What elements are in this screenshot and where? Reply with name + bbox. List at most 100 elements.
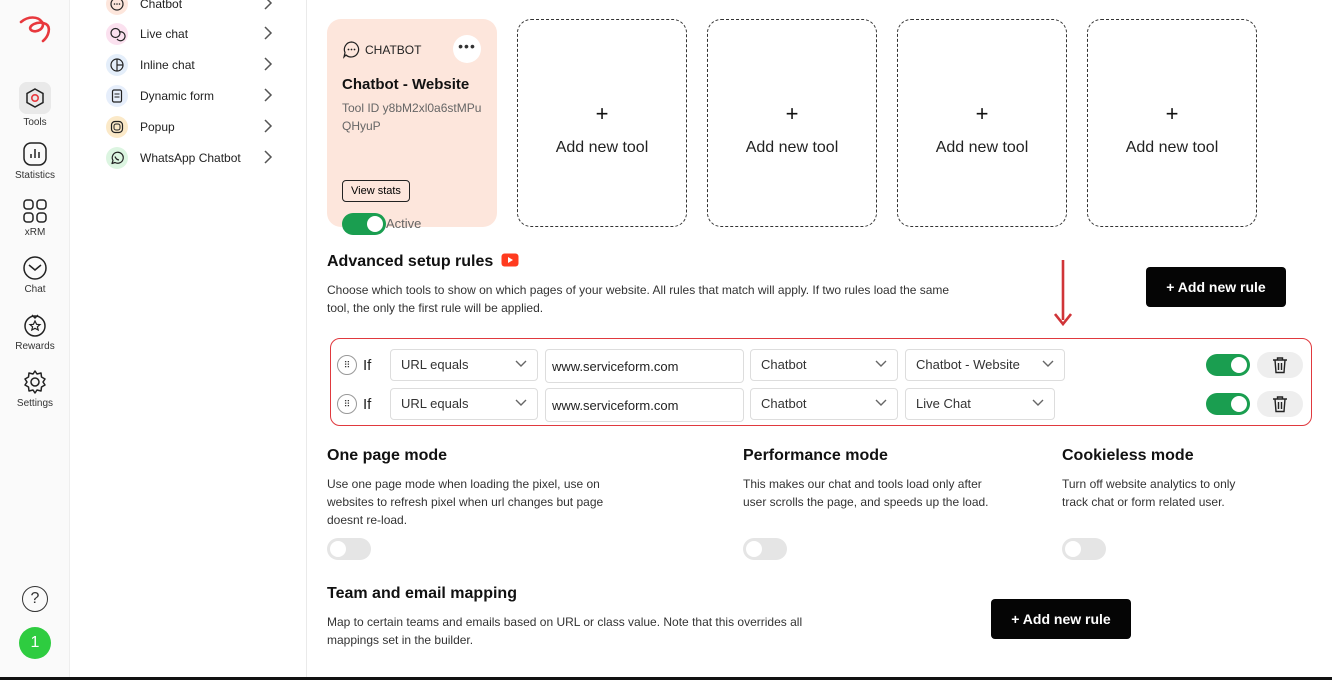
delete-rule-button[interactable] <box>1257 352 1303 378</box>
rule-tool-type-select[interactable]: Chatbot <box>750 349 898 381</box>
add-tool-slot[interactable]: + Add new tool <box>707 19 877 227</box>
statistics-icon <box>22 141 48 167</box>
chevron-down-icon <box>1032 399 1044 406</box>
performance-mode-toggle[interactable] <box>743 538 787 560</box>
chevron-right-icon <box>264 57 273 71</box>
add-tool-label: Add new tool <box>745 139 839 156</box>
rule-url-input[interactable] <box>545 388 744 422</box>
rail-item-statistics[interactable]: Statistics <box>0 141 70 181</box>
gear-icon <box>22 369 48 395</box>
advanced-rules-title: Advanced setup rules <box>327 253 519 271</box>
rule-tool-value: Live Chat <box>916 396 971 411</box>
one-page-mode-toggle[interactable] <box>327 538 371 560</box>
rewards-icon <box>22 312 48 338</box>
chevron-down-icon <box>1042 360 1054 367</box>
tool-status: Active <box>386 216 422 231</box>
rule-url-input[interactable] <box>545 349 744 383</box>
rule-condition-select[interactable]: URL equals <box>390 349 538 381</box>
trash-icon <box>1273 357 1287 374</box>
drag-handle-icon[interactable]: ⠿ <box>337 394 357 414</box>
form-icon <box>106 85 128 107</box>
rail-item-xrm[interactable]: xRM <box>0 198 70 238</box>
rule-tool-type-value: Chatbot <box>761 357 807 372</box>
rule-tool-select[interactable]: Chatbot - Website <box>905 349 1065 381</box>
whatsapp-icon <box>106 147 128 169</box>
main-content: CHATBOT ••• Chatbot - Website Tool ID y8… <box>307 0 1332 678</box>
menu-item-label: Live chat <box>140 27 189 41</box>
menu-item-label: Inline chat <box>140 58 195 72</box>
menu-item-label: Dynamic form <box>140 89 215 103</box>
rail-label: Tools <box>23 117 47 128</box>
rule-if-label: If <box>363 357 372 374</box>
tool-id: Tool ID y8bM2xl0a6stMPuQHyuP <box>342 101 482 133</box>
tool-active-toggle[interactable] <box>342 213 386 235</box>
one-page-mode-description: Use one page mode when loading the pixel… <box>327 477 604 527</box>
tools-icon <box>19 82 51 114</box>
chatbot-icon <box>106 0 128 15</box>
chevron-right-icon <box>264 0 273 10</box>
menu-item-label: Chatbot <box>140 0 183 11</box>
rail-item-rewards[interactable]: Rewards <box>0 312 70 352</box>
avatar[interactable]: 1 <box>19 627 51 659</box>
delete-rule-button[interactable] <box>1257 391 1303 417</box>
drag-handle-icon[interactable]: ⠿ <box>337 355 357 375</box>
left-rail: Tools Statistics xRM Chat Rewards Settin… <box>0 0 70 678</box>
chevron-right-icon <box>264 119 273 133</box>
rule-tool-type-value: Chatbot <box>761 396 807 411</box>
rail-label: Statistics <box>14 170 55 181</box>
add-tool-label: Add new tool <box>555 139 649 156</box>
inline-chat-icon <box>106 54 128 76</box>
plus-icon: + <box>1165 101 1179 126</box>
team-mapping-description: Map to certain teams and emails based on… <box>327 615 803 647</box>
view-stats-button[interactable]: View stats <box>342 180 410 202</box>
add-tool-slot[interactable]: + Add new tool <box>517 19 687 227</box>
trash-icon <box>1273 396 1287 413</box>
rule-enabled-toggle[interactable] <box>1206 354 1250 376</box>
tool-menu-panel: Chatbot Live chat Inline chat Dynamic fo… <box>70 0 307 678</box>
performance-mode-title: Performance mode <box>743 447 888 464</box>
chevron-right-icon <box>264 150 273 164</box>
tool-card-chatbot[interactable]: CHATBOT ••• Chatbot - Website Tool ID y8… <box>327 19 497 235</box>
chevron-down-icon <box>515 360 527 367</box>
advanced-rules-title-text: Advanced setup rules <box>327 253 494 270</box>
rail-item-chat[interactable]: Chat <box>0 255 70 295</box>
chat-icon <box>22 255 48 281</box>
rail-item-settings[interactable]: Settings <box>0 369 70 409</box>
performance-mode-description: This makes our chat and tools load only … <box>743 477 989 509</box>
arrow-down-icon <box>1054 260 1072 327</box>
rule-tool-type-select[interactable]: Chatbot <box>750 388 898 420</box>
rules-list: ⠿ If URL equals Chatbot Chatbot - Websit… <box>330 338 1312 426</box>
plus-icon: + <box>595 101 609 126</box>
plus-icon: + <box>785 101 799 126</box>
advanced-rules-description: Choose which tools to show on which page… <box>327 283 950 315</box>
add-tool-slot[interactable]: + Add new tool <box>1087 19 1257 227</box>
rail-label: Settings <box>16 398 54 409</box>
add-rule-button[interactable]: + Add new rule <box>1146 267 1286 307</box>
cookieless-mode-toggle[interactable] <box>1062 538 1106 560</box>
rule-tool-value: Chatbot - Website <box>916 357 1020 372</box>
rail-label: xRM <box>24 227 46 238</box>
more-options-icon[interactable]: ••• <box>453 35 481 63</box>
popup-icon <box>106 116 128 138</box>
tool-type: CHATBOT <box>342 40 421 59</box>
rule-enabled-toggle[interactable] <box>1206 393 1250 415</box>
rule-tool-select[interactable]: Live Chat <box>905 388 1055 420</box>
add-team-rule-button[interactable]: + Add new rule <box>991 599 1131 639</box>
chevron-down-icon <box>875 399 887 406</box>
rail-label: Chat <box>24 284 46 295</box>
rule-condition-select[interactable]: URL equals <box>390 388 538 420</box>
rail-item-tools[interactable]: Tools <box>0 82 70 128</box>
rule-condition-value: URL equals <box>401 357 469 372</box>
cookieless-mode-title: Cookieless mode <box>1062 447 1194 464</box>
rail-label: Rewards <box>15 341 55 352</box>
add-tool-slot[interactable]: + Add new tool <box>897 19 1067 227</box>
youtube-icon[interactable] <box>501 253 519 267</box>
chevron-down-icon <box>875 360 887 367</box>
grid-icon <box>22 198 48 224</box>
logo-icon[interactable] <box>18 14 52 44</box>
menu-item-label: WhatsApp Chatbot <box>140 151 241 165</box>
live-chat-icon <box>106 23 128 45</box>
add-tool-label: Add new tool <box>1125 139 1219 156</box>
chevron-right-icon <box>264 88 273 102</box>
help-icon[interactable]: ? <box>22 586 48 612</box>
